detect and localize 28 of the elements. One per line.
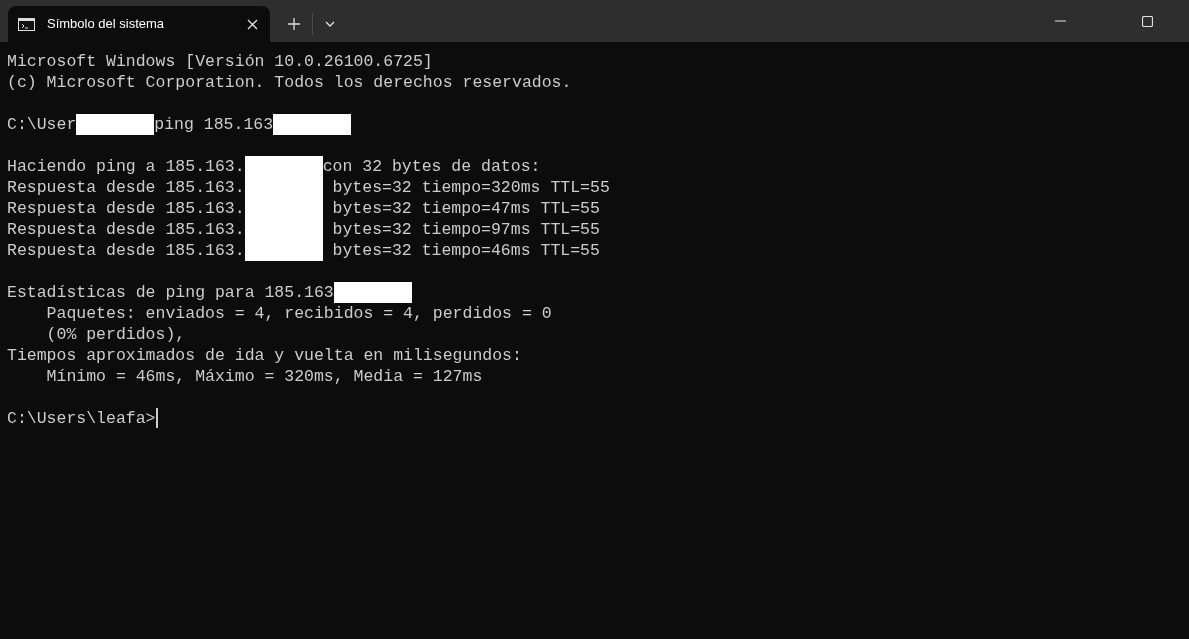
- terminal-text: bytes=32 tiempo=46ms TTL=55: [331, 240, 600, 261]
- tab-title: Símbolo del sistema: [47, 15, 165, 34]
- terminal-text: Estadísticas de ping para 185.163: [7, 282, 334, 303]
- terminal-text: Haciendo ping a 185.163.: [7, 156, 245, 177]
- terminal-text: Microsoft Windows [Versión 10.0.26100.6725]: [7, 51, 433, 72]
- terminal-text: (0% perdidos),: [45, 324, 186, 345]
- text-cursor: [155, 408, 158, 428]
- terminal-text: Paquetes: enviados = 4, recibidos = 4, perdidos = 0: [45, 303, 552, 324]
- terminal-text: Respuesta desde 185.163.: [7, 240, 245, 261]
- close-icon[interactable]: [247, 18, 258, 30]
- tab[interactable]: Símbolo del sistema: [8, 6, 270, 42]
- terminal-text: C:\User: [7, 114, 77, 135]
- maximize-icon[interactable]: [1142, 15, 1153, 27]
- terminal-text: (c) Microsoft Corporation. Todos los derechos reservados.: [7, 72, 572, 93]
- terminal-text: Respuesta desde 185.163.: [7, 177, 245, 198]
- terminal-icon: [18, 17, 35, 31]
- plus-icon[interactable]: [288, 18, 300, 30]
- terminal-text: ping 185.163: [154, 114, 274, 135]
- terminal-text: bytes=32 tiempo=97ms TTL=55: [331, 219, 600, 240]
- chevron-down-icon[interactable]: [325, 21, 335, 27]
- terminal-text: Respuesta desde 185.163.: [7, 219, 245, 240]
- terminal-text: con 32 bytes de datos:: [322, 156, 541, 177]
- terminal-text: Respuesta desde 185.163.: [7, 198, 245, 219]
- terminal-text: bytes=32 tiempo=320ms TTL=55: [331, 177, 610, 198]
- terminal-text: bytes=32 tiempo=47ms TTL=55: [331, 198, 600, 219]
- terminal-text: Mínimo = 46ms, Máximo = 320ms, Media = 127ms: [45, 366, 483, 387]
- terminal-text: Tiempos aproximados de ida y vuelta en milisegundos:: [7, 345, 522, 366]
- terminal-text: C:\Users\leafa>: [7, 408, 156, 429]
